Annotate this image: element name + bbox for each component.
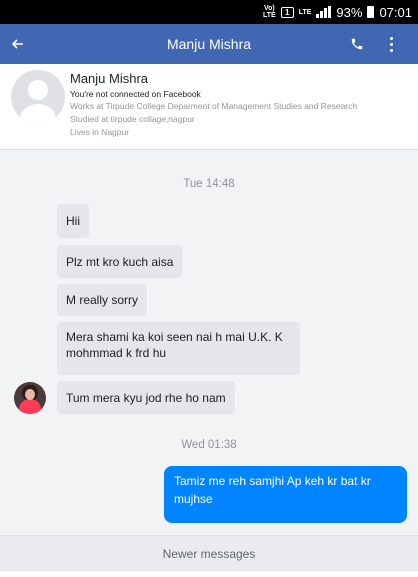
battery-icon — [367, 6, 375, 18]
timestamp: Tue 14:48 — [183, 178, 235, 190]
phone-icon[interactable] — [346, 33, 368, 55]
sim-label: 1 — [284, 7, 290, 17]
newer-messages-button[interactable]: Newer messages — [0, 535, 418, 571]
outgoing-message[interactable]: Tamiz me reh samjhi Ap keh kr bat kr muj… — [164, 466, 407, 523]
sim-icon: 1 — [280, 6, 294, 18]
incoming-message[interactable]: Plz mt kro kuch aisa — [57, 245, 183, 278]
incoming-message[interactable]: Tum mera kyu jod rhe ho nam — [57, 381, 235, 414]
bottom-strip — [0, 571, 418, 577]
incoming-message[interactable]: Mera shami ka koi seen nai h mai U.K. K … — [57, 322, 300, 375]
back-arrow-icon[interactable] — [12, 24, 24, 64]
incoming-message[interactable]: M really sorry — [57, 284, 148, 316]
avatar-placeholder-icon[interactable] — [11, 70, 65, 124]
profile-lives: Lives in Nagpur — [70, 127, 130, 137]
more-vert-icon[interactable] — [384, 33, 398, 55]
lte-icon: LTE — [298, 8, 312, 16]
timestamp: Wed 01:38 — [181, 439, 237, 451]
profile-card: Manju Mishra You're not connected on Fac… — [0, 64, 418, 150]
connection-status: You're not connected on Facebook — [70, 89, 201, 99]
app-bar: Manju Mishra — [0, 24, 418, 64]
profile-name[interactable]: Manju Mishra — [70, 71, 148, 86]
sender-avatar[interactable] — [14, 382, 46, 414]
incoming-message[interactable]: Hii — [57, 204, 89, 238]
clock: 07:01 — [379, 4, 412, 20]
profile-work: Works at Tirpude College Deparment of Ma… — [70, 101, 358, 111]
status-bar: Vo) LTE 1 LTE 93% 07:01 — [0, 0, 418, 24]
volte-icon: Vo) LTE — [263, 5, 276, 19]
battery-percent: 93% — [336, 4, 363, 20]
profile-study: Studied at tirpude collage,nagpur — [70, 114, 195, 124]
signal-icon — [316, 6, 332, 18]
